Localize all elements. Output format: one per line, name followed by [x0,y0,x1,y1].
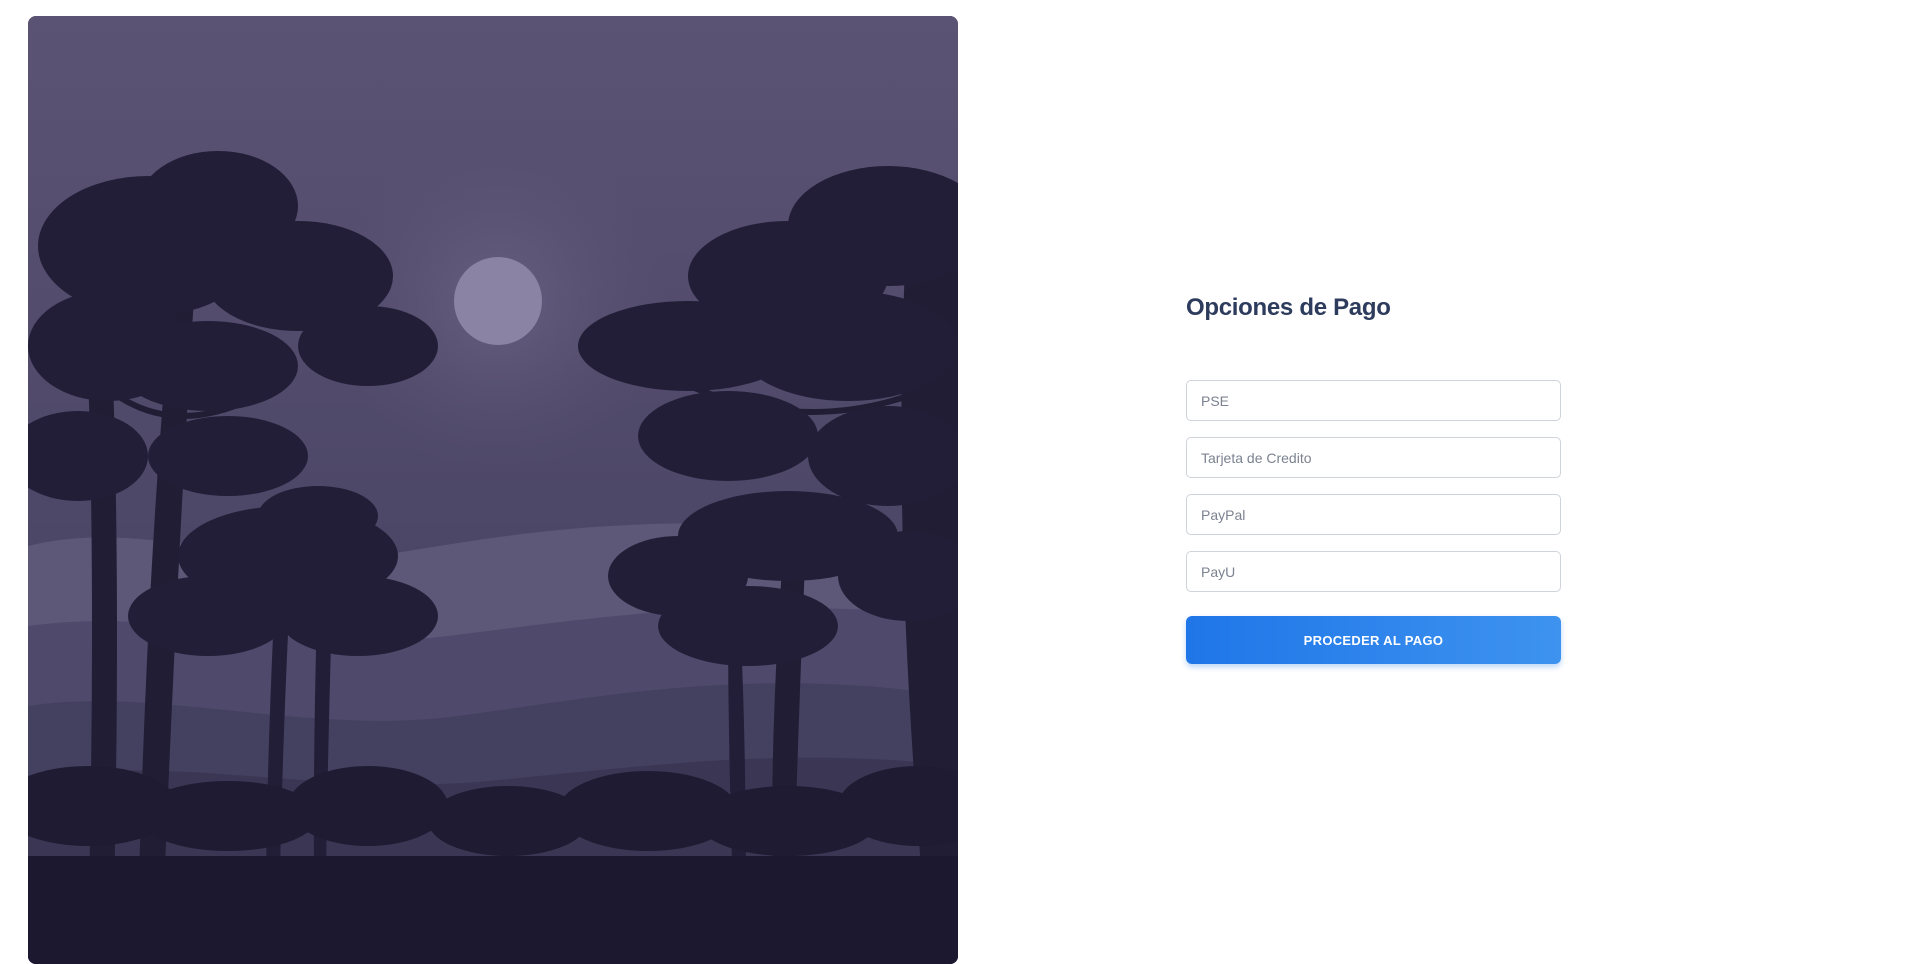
payment-options-form: Opciones de Pago PROCEDER AL PAGO [1186,290,1561,664]
credit-card-field[interactable] [1186,437,1561,478]
night-forest-image [28,16,958,964]
payment-page: Opciones de Pago PROCEDER AL PAGO [0,0,1920,964]
payu-field[interactable] [1186,551,1561,592]
proceed-to-payment-button[interactable]: PROCEDER AL PAGO [1186,616,1561,664]
pse-field[interactable] [1186,380,1561,421]
form-title: Opciones de Pago [1186,294,1391,321]
paypal-field[interactable] [1186,494,1561,535]
moon [454,257,542,345]
hero-illustration [28,16,958,964]
